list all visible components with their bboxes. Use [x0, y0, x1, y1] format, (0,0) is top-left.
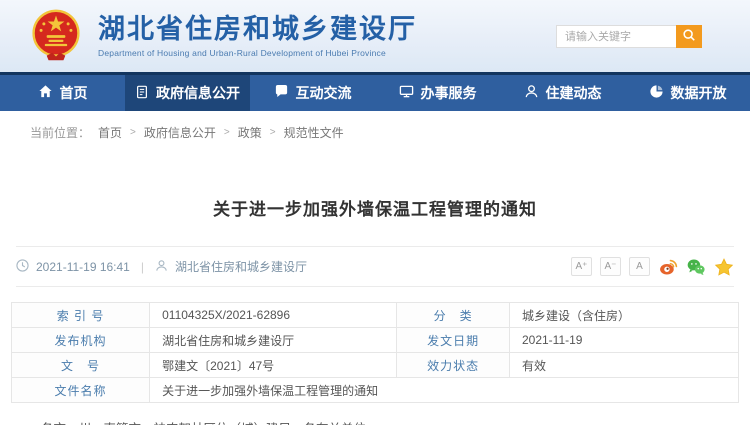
site-title-block: 湖北省住房和城乡建设厅 Department of Housing and Ur…	[98, 14, 417, 58]
chat-bubble-icon	[274, 84, 289, 102]
favorite-star-icon[interactable]	[714, 257, 734, 277]
search-input[interactable]	[556, 25, 676, 48]
font-smaller-button[interactable]: A⁻	[600, 257, 621, 276]
nav-item-label: 首页	[60, 83, 88, 103]
national-emblem-logo	[28, 8, 84, 64]
nav-item-label: 住建动态	[546, 83, 602, 103]
breadcrumb-prefix: 当前位置：	[30, 124, 90, 141]
nav-item-services[interactable]: 办事服务	[375, 75, 500, 111]
pie-chart-icon	[649, 84, 664, 102]
clock-icon	[16, 259, 29, 275]
index-number-value: 01104325X/2021-62896	[150, 303, 397, 328]
nav-item-label: 办事服务	[421, 83, 477, 103]
breadcrumb: 当前位置： 首页 > 政府信息公开 > 政策 > 规范性文件	[0, 111, 750, 147]
publish-time: 2021-11-19 16:41	[36, 260, 130, 274]
table-row: 索 引 号 01104325X/2021-62896 分 类 城乡建设（含住房）	[12, 303, 739, 328]
article-body-first-line: 各市、州、直管市、神农架林区住（城）建局，各有关单位：	[0, 419, 750, 425]
issue-date-label: 发文日期	[397, 328, 510, 353]
table-row: 发布机构 湖北省住房和城乡建设厅 发文日期 2021-11-19	[12, 328, 739, 353]
weibo-icon[interactable]	[658, 257, 678, 277]
breadcrumb-separator: >	[130, 127, 136, 138]
index-number-label: 索 引 号	[12, 303, 150, 328]
article-source: 湖北省住房和城乡建设厅	[175, 258, 307, 275]
document-name-label: 文件名称	[12, 378, 150, 403]
article-meta-right: A⁺ A⁻ A	[571, 257, 734, 277]
article-title: 关于进一步加强外墙保温工程管理的通知	[0, 195, 750, 220]
monitor-icon	[399, 84, 414, 102]
breadcrumb-separator: >	[224, 127, 230, 138]
issue-date-value: 2021-11-19	[509, 328, 738, 353]
main-nav: 首页 政府信息公开 互动交流 办事服务 住建动态 数据开放	[0, 72, 750, 111]
nav-item-news[interactable]: 住建动态	[500, 75, 625, 111]
search-button[interactable]	[676, 25, 702, 48]
table-row: 文 号 鄂建文〔2021〕47号 效力状态 有效	[12, 353, 739, 378]
site-subtitle: Department of Housing and Urban-Rural De…	[98, 48, 417, 58]
nav-item-label: 数据开放	[671, 83, 727, 103]
nav-item-open-data[interactable]: 数据开放	[625, 75, 750, 111]
meta-divider: |	[141, 260, 144, 274]
site-title: 湖北省住房和城乡建设厅	[98, 14, 417, 45]
document-info-table: 索 引 号 01104325X/2021-62896 分 类 城乡建设（含住房）…	[11, 302, 739, 403]
article-meta-left: 2021-11-19 16:41 | 湖北省住房和城乡建设厅	[16, 258, 307, 275]
search-box	[556, 25, 702, 48]
author-icon	[155, 259, 168, 275]
person-icon	[524, 84, 539, 102]
category-value: 城乡建设（含住房）	[509, 303, 738, 328]
document-name-value: 关于进一步加强外墙保温工程管理的通知	[150, 378, 739, 403]
nav-item-gov-info[interactable]: 政府信息公开	[125, 75, 250, 111]
nav-item-interaction[interactable]: 互动交流	[250, 75, 375, 111]
document-number-label: 文 号	[12, 353, 150, 378]
font-reset-button[interactable]: A	[629, 257, 650, 276]
breadcrumb-item-gov-info[interactable]: 政府信息公开	[144, 124, 216, 141]
breadcrumb-item-normative-docs[interactable]: 规范性文件	[284, 124, 344, 141]
wechat-icon[interactable]	[686, 257, 706, 277]
document-number-value: 鄂建文〔2021〕47号	[150, 353, 397, 378]
document-icon	[135, 85, 149, 102]
site-header: 湖北省住房和城乡建设厅 Department of Housing and Ur…	[0, 0, 750, 72]
search-icon	[682, 28, 696, 45]
breadcrumb-item-policy[interactable]: 政策	[238, 124, 262, 141]
validity-status-value: 有效	[509, 353, 738, 378]
home-icon	[38, 84, 53, 102]
font-larger-button[interactable]: A⁺	[571, 257, 592, 276]
table-row: 文件名称 关于进一步加强外墙保温工程管理的通知	[12, 378, 739, 403]
nav-item-home[interactable]: 首页	[0, 75, 125, 111]
breadcrumb-separator: >	[270, 127, 276, 138]
issuing-agency-label: 发布机构	[12, 328, 150, 353]
issuing-agency-value: 湖北省住房和城乡建设厅	[150, 328, 397, 353]
breadcrumb-item-home[interactable]: 首页	[98, 124, 122, 141]
validity-status-label: 效力状态	[397, 353, 510, 378]
nav-item-label: 政府信息公开	[156, 83, 240, 103]
category-label: 分 类	[397, 303, 510, 328]
article-meta-row: 2021-11-19 16:41 | 湖北省住房和城乡建设厅 A⁺ A⁻ A	[16, 246, 734, 287]
nav-item-label: 互动交流	[296, 83, 352, 103]
